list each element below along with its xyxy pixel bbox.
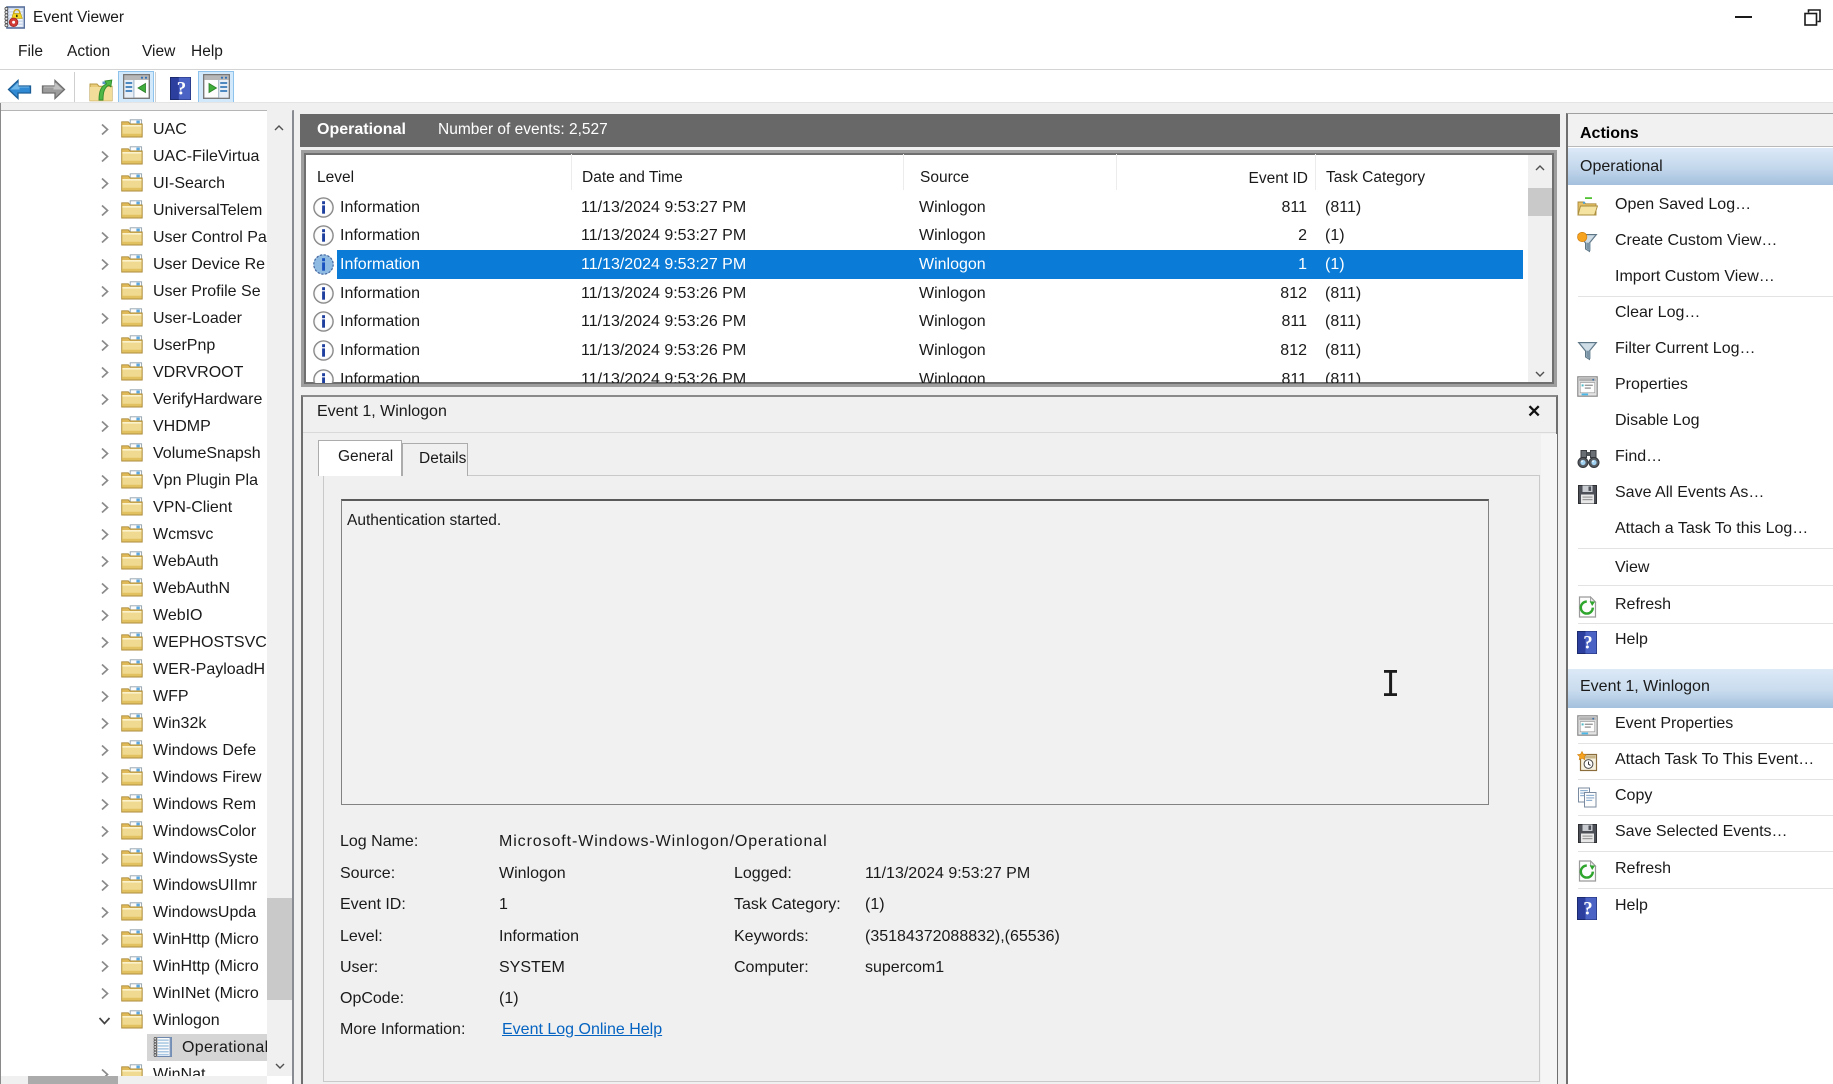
svg-text:?: ?	[177, 78, 186, 99]
svg-text:?: ?	[1583, 898, 1592, 919]
svg-text:?: ?	[1583, 632, 1592, 653]
